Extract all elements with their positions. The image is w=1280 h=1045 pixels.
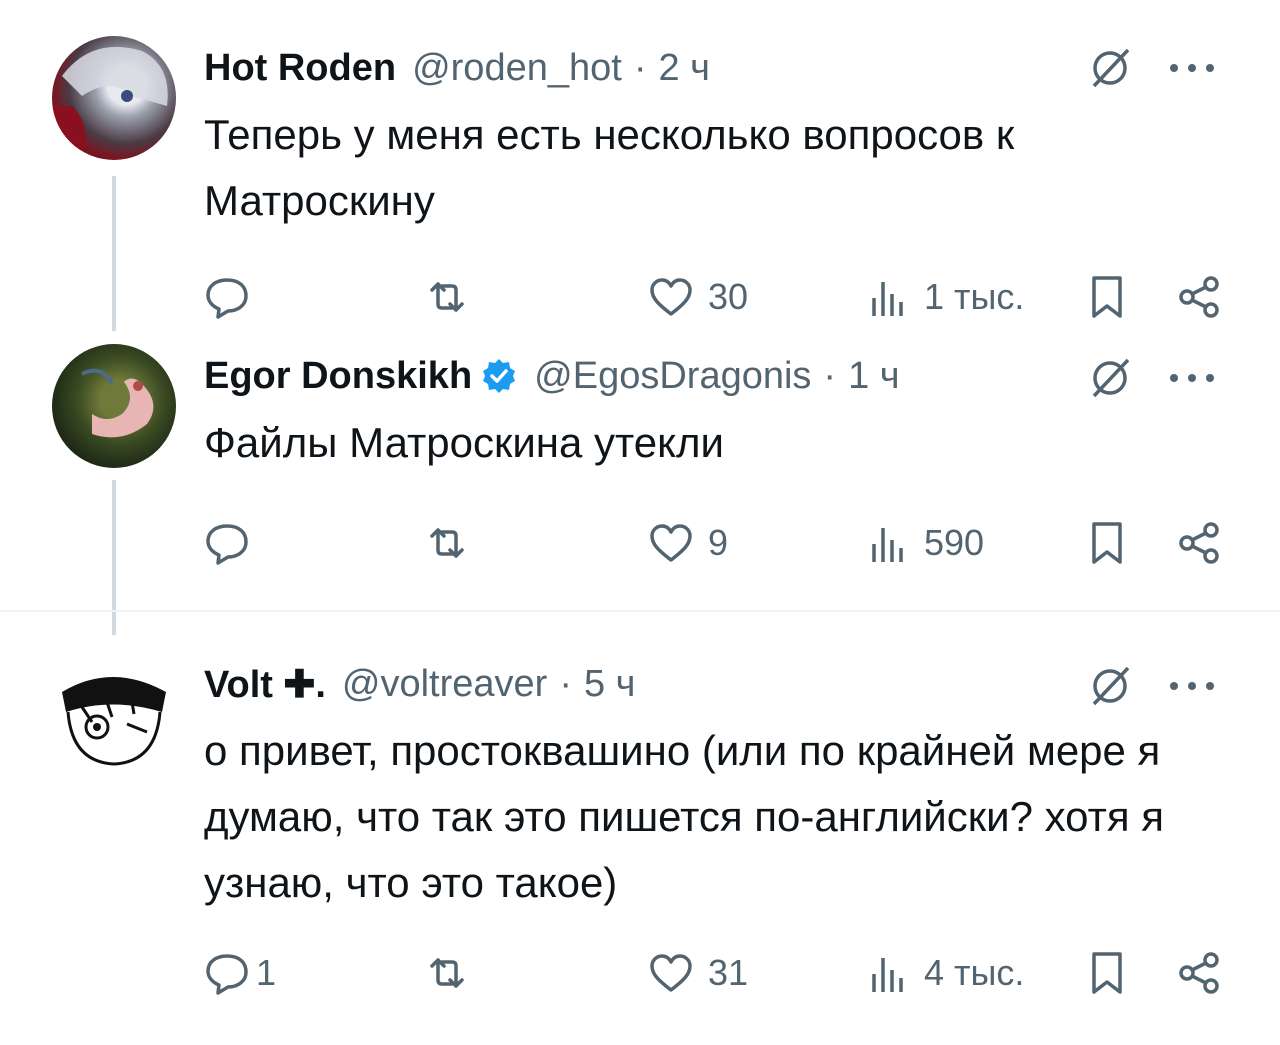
grok-icon[interactable] xyxy=(1088,46,1132,90)
bookmark-icon xyxy=(1092,522,1122,564)
repost-button[interactable] xyxy=(424,518,484,568)
tweet-text: о привет, простоквашино (или по крайней … xyxy=(204,727,1164,906)
repost-icon xyxy=(430,958,464,988)
views-button[interactable]: 590 xyxy=(864,518,984,568)
like-count: 31 xyxy=(708,952,749,993)
repost-button[interactable] xyxy=(424,948,484,998)
share-icon xyxy=(1179,952,1219,994)
action-bar: 1 31 4 тыс. xyxy=(204,948,1224,998)
reply-button[interactable] xyxy=(204,272,264,322)
separator-dot: · xyxy=(633,46,647,89)
like-icon xyxy=(650,524,692,562)
share-icon xyxy=(1179,522,1219,564)
separator-dot: · xyxy=(823,354,837,397)
timestamp[interactable]: 5 ч xyxy=(584,663,636,706)
views-icon xyxy=(872,528,903,562)
views-count: 590 xyxy=(924,522,985,563)
views-icon xyxy=(872,282,903,316)
views-button[interactable]: 1 тыс. xyxy=(864,272,1024,322)
action-bar: 9 590 xyxy=(204,518,1224,568)
separator-dot: · xyxy=(559,662,572,705)
repost-icon xyxy=(430,528,464,558)
bookmark-button[interactable] xyxy=(1084,272,1130,322)
display-name[interactable]: Egor Donskikh xyxy=(204,355,472,398)
reply-count: 1 xyxy=(256,952,277,993)
avatar[interactable] xyxy=(52,652,176,776)
tweet-header: Egor Donskikh @EgosDragonis · 1 ч xyxy=(204,346,900,406)
views-count: 4 тыс. xyxy=(924,952,1025,993)
grok-icon[interactable] xyxy=(1088,356,1132,400)
bookmark-button[interactable] xyxy=(1084,948,1130,998)
like-icon xyxy=(650,954,692,992)
more-icon[interactable] xyxy=(1168,680,1216,692)
tweet-text: Файлы Матроскина утекли xyxy=(204,419,724,466)
avatar[interactable] xyxy=(52,36,176,160)
repost-icon xyxy=(430,282,464,312)
thread-line xyxy=(112,176,116,331)
reply-icon xyxy=(206,954,248,995)
tweet-text: Теперь у меня есть несколько вопросов к … xyxy=(204,111,1015,224)
timestamp[interactable]: 1 ч xyxy=(848,355,900,398)
user-handle[interactable]: @voltreaver xyxy=(342,663,547,706)
share-icon xyxy=(1179,276,1219,318)
like-button[interactable]: 30 xyxy=(648,272,748,322)
share-button[interactable] xyxy=(1176,948,1222,998)
share-button[interactable] xyxy=(1176,518,1222,568)
grok-icon[interactable] xyxy=(1088,664,1132,708)
bookmark-icon xyxy=(1092,276,1122,318)
bookmark-icon xyxy=(1092,952,1122,994)
reply-button[interactable]: 1 xyxy=(204,948,276,998)
more-icon[interactable] xyxy=(1168,372,1216,384)
action-bar: 30 1 тыс. xyxy=(204,272,1224,322)
like-count: 30 xyxy=(708,276,749,317)
reply-button[interactable] xyxy=(204,518,264,568)
repost-button[interactable] xyxy=(424,272,484,322)
like-count: 9 xyxy=(708,522,729,563)
like-icon xyxy=(650,278,692,316)
share-button[interactable] xyxy=(1176,272,1222,322)
display-name[interactable]: Hot Roden xyxy=(204,47,396,90)
tweet-header: Hot Roden @roden_hot · 2 ч xyxy=(204,38,710,98)
user-handle[interactable]: @EgosDragonis xyxy=(534,355,811,398)
bookmark-button[interactable] xyxy=(1084,518,1130,568)
timestamp[interactable]: 2 ч xyxy=(658,47,710,90)
views-count: 1 тыс. xyxy=(924,276,1025,317)
divider xyxy=(0,610,1280,612)
user-handle[interactable]: @roden_hot xyxy=(412,47,622,90)
avatar[interactable] xyxy=(52,344,176,468)
like-button[interactable]: 9 xyxy=(648,518,728,568)
reply-icon xyxy=(206,278,248,319)
views-button[interactable]: 4 тыс. xyxy=(864,948,1024,998)
views-icon xyxy=(872,958,903,992)
reply-icon xyxy=(206,524,248,565)
display-name[interactable]: Volt ✚. xyxy=(204,662,326,707)
tweet-header: Volt ✚. @voltreaver · 5 ч xyxy=(204,654,635,714)
verified-badge-icon[interactable] xyxy=(480,357,518,395)
more-icon[interactable] xyxy=(1168,62,1216,74)
like-button[interactable]: 31 xyxy=(648,948,748,998)
